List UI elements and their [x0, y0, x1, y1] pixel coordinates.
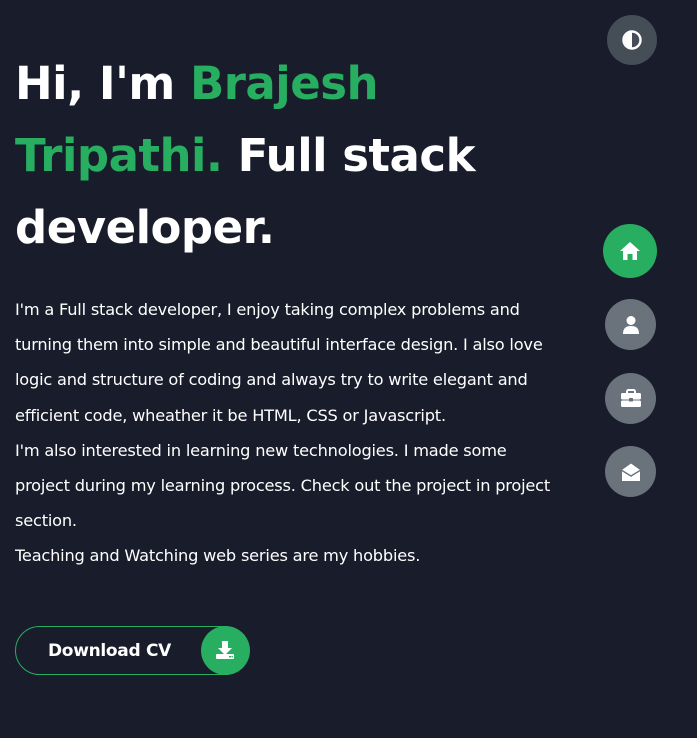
nav-about-button[interactable]: [605, 299, 656, 350]
user-icon: [622, 315, 639, 334]
about-paragraph: Teaching and Watching web series are my …: [15, 546, 421, 566]
briefcase-icon: [620, 389, 641, 407]
nav-home-button[interactable]: [603, 224, 657, 278]
about-paragraph: I'm a Full stack developer, I enjoy taki…: [15, 300, 543, 425]
download-cv-button[interactable]: Download CV: [15, 625, 250, 675]
envelope-open-icon: [621, 463, 640, 481]
nav-portfolio-button[interactable]: [605, 373, 656, 424]
about-paragraph: I'm also interested in learning new tech…: [15, 440, 550, 531]
hero-headline: Hi, I'm Brajesh Tripathi. Full stack dev…: [15, 48, 555, 264]
home-icon: [620, 242, 640, 260]
nav-contact-button[interactable]: [605, 446, 656, 497]
download-icon: [200, 625, 250, 675]
theme-toggle-button[interactable]: [607, 15, 657, 65]
hero-section: Hi, I'm Brajesh Tripathi. Full stack dev…: [15, 48, 555, 574]
download-cv-label: Download CV: [48, 640, 171, 661]
headline-greeting: Hi, I'm: [15, 57, 190, 110]
about-text: I'm a Full stack developer, I enjoy taki…: [15, 292, 555, 574]
contrast-icon: [622, 30, 642, 50]
